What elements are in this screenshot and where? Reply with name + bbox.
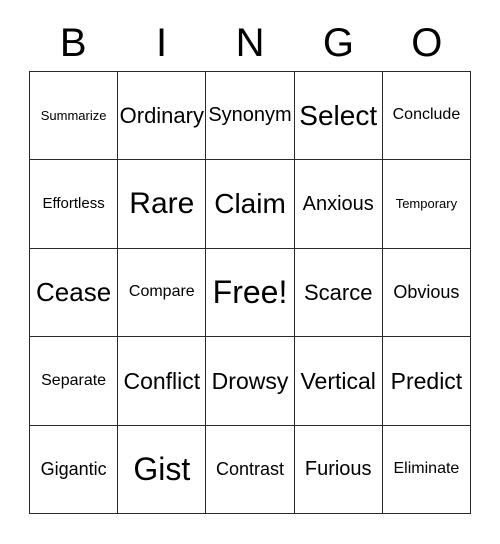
bingo-cell[interactable]: Summarize: [30, 72, 119, 161]
bingo-cell[interactable]: Effortless: [30, 160, 119, 249]
bingo-cell-label: Ordinary: [119, 103, 204, 129]
bingo-cell-label: Drowsy: [211, 367, 289, 394]
bingo-cell[interactable]: Ordinary: [118, 72, 207, 161]
bingo-cell-label: Obvious: [393, 282, 460, 303]
bingo-cell-label: Gigantic: [40, 458, 107, 479]
bingo-cell-label: Temporary: [395, 196, 458, 212]
bingo-row: Summarize Ordinary Synonym Select Conclu…: [30, 72, 472, 161]
bingo-cell[interactable]: Compare: [118, 248, 207, 338]
bingo-cell-label: Vertical: [300, 367, 376, 394]
bingo-header: B I N G O: [29, 14, 471, 71]
bingo-cell[interactable]: Synonym: [206, 72, 295, 161]
bingo-cell[interactable]: Eliminate: [382, 425, 472, 515]
bingo-cell[interactable]: Gigantic: [30, 425, 119, 515]
bingo-cell-label: Furious: [304, 457, 372, 480]
bingo-cell-label: Free!: [212, 273, 288, 310]
bingo-cell-label: Scarce: [303, 279, 373, 305]
bingo-cell-label: Claim: [214, 188, 286, 220]
bingo-cell-label: Select: [299, 100, 378, 131]
bingo-cell-label: Effortless: [42, 195, 105, 213]
bingo-cell[interactable]: Temporary: [382, 160, 472, 249]
bingo-cell[interactable]: Conflict: [118, 337, 207, 426]
bingo-cell[interactable]: Drowsy: [206, 337, 295, 426]
bingo-cell[interactable]: Cease: [30, 248, 119, 338]
bingo-cell[interactable]: Gist: [118, 425, 207, 515]
bingo-cell-label: Cease: [36, 276, 112, 307]
bingo-grid: Summarize Ordinary Synonym Select Conclu…: [29, 71, 472, 515]
bingo-cell[interactable]: Vertical: [294, 337, 383, 426]
bingo-card: B I N G O Summarize Ordinary Synonym Sel…: [0, 0, 500, 544]
bingo-row: Gigantic Gist Contrast Furious Eliminate: [30, 425, 472, 515]
bingo-cell-label: Rare: [129, 187, 195, 221]
bingo-cell-label: Separate: [41, 371, 107, 389]
bingo-cell[interactable]: Contrast: [206, 425, 295, 515]
bingo-row: Separate Conflict Drowsy Vertical Predic…: [30, 337, 472, 426]
bingo-cell-label: Compare: [128, 283, 195, 301]
bingo-cell[interactable]: Rare: [118, 160, 207, 249]
bingo-cell-label: Gist: [133, 450, 191, 487]
bingo-cell-label: Conflict: [123, 367, 201, 394]
bingo-header-letter-b: B: [59, 20, 87, 65]
bingo-header-letter-i: I: [156, 20, 168, 65]
bingo-cell[interactable]: Select: [294, 72, 383, 161]
bingo-cell[interactable]: Conclude: [382, 72, 472, 161]
bingo-cell-free-space[interactable]: Free!: [206, 248, 295, 338]
bingo-row: Effortless Rare Claim Anxious Temporary: [30, 160, 472, 249]
bingo-cell-label: Contrast: [215, 458, 285, 479]
bingo-cell[interactable]: Predict: [382, 337, 472, 426]
bingo-cell-label: Synonym: [208, 104, 292, 127]
bingo-header-letter-o: O: [411, 20, 443, 65]
bingo-cell-label: Anxious: [302, 192, 374, 215]
bingo-cell[interactable]: Anxious: [294, 160, 383, 249]
bingo-cell-label: Predict: [390, 367, 463, 394]
bingo-header-letter-g: G: [322, 20, 354, 65]
bingo-cell-label: Conclude: [392, 106, 461, 124]
bingo-cell[interactable]: Separate: [30, 337, 119, 426]
bingo-cell[interactable]: Furious: [294, 425, 383, 515]
bingo-cell-label: Summarize: [40, 107, 107, 123]
bingo-cell[interactable]: Scarce: [294, 248, 383, 338]
bingo-cell[interactable]: Obvious: [382, 248, 472, 338]
bingo-header-letter-n: N: [235, 20, 265, 65]
bingo-cell[interactable]: Claim: [206, 160, 295, 249]
bingo-row: Cease Compare Free! Scarce Obvious: [30, 248, 472, 338]
bingo-cell-label: Eliminate: [393, 459, 460, 477]
